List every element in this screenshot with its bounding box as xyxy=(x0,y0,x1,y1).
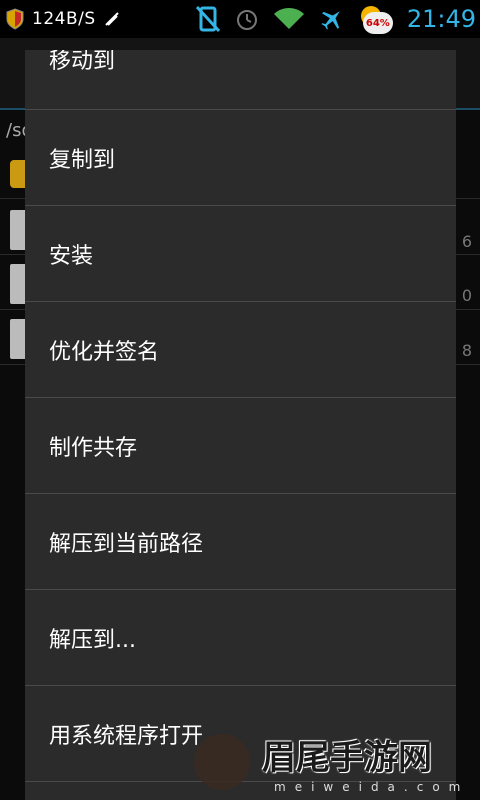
menu-item-install[interactable]: 安装 xyxy=(25,206,456,302)
menu-item-extract-to[interactable]: 解压到... xyxy=(25,590,456,686)
menu-item-label: 复制到 xyxy=(49,147,116,173)
usb-icon xyxy=(104,12,119,26)
menu-item-label: 用系统程序打开 xyxy=(49,723,204,749)
alarm-icon xyxy=(236,10,257,30)
menu-item-label: 解压到... xyxy=(49,627,136,653)
watermark-logo-icon xyxy=(194,734,250,790)
net-speed: 124B/S xyxy=(32,9,96,29)
watermark-title: 眉尾手游网 xyxy=(262,738,432,778)
status-bar: 124B/S 64% 21:49 xyxy=(0,0,480,38)
menu-item-label: 安装 xyxy=(49,243,94,269)
file-size: 6 xyxy=(461,232,472,251)
shield-icon xyxy=(6,8,24,30)
menu-item-move-to[interactable]: 移动到 xyxy=(25,50,456,110)
wifi-icon xyxy=(273,8,304,29)
menu-item-copy-to[interactable]: 复制到 xyxy=(25,110,456,206)
watermark: 眉尾手游网 meiweida.com xyxy=(190,728,480,800)
menu-item-label: 制作共存 xyxy=(49,435,138,461)
context-menu: 移动到 复制到 安装 优化并签名 制作共存 解压到当前路径 解压到... 用系统… xyxy=(25,50,456,800)
weather-icon: 64% xyxy=(359,4,393,34)
menu-item-label: 移动到 xyxy=(49,50,116,74)
mute-icon xyxy=(195,5,220,33)
file-size: 0 xyxy=(461,286,472,305)
menu-item-optimize-sign[interactable]: 优化并签名 xyxy=(25,302,456,398)
menu-item-extract-here[interactable]: 解压到当前路径 xyxy=(25,494,456,590)
battery-level: 64% xyxy=(362,12,393,34)
menu-item-label: 优化并签名 xyxy=(49,339,160,365)
menu-item-make-coexist[interactable]: 制作共存 xyxy=(25,398,456,494)
watermark-subtitle: meiweida.com xyxy=(274,780,470,794)
clock: 21:49 xyxy=(406,5,476,33)
file-size: 8 xyxy=(461,341,472,360)
menu-item-label: 解压到当前路径 xyxy=(49,531,204,557)
airplane-icon xyxy=(321,11,340,30)
